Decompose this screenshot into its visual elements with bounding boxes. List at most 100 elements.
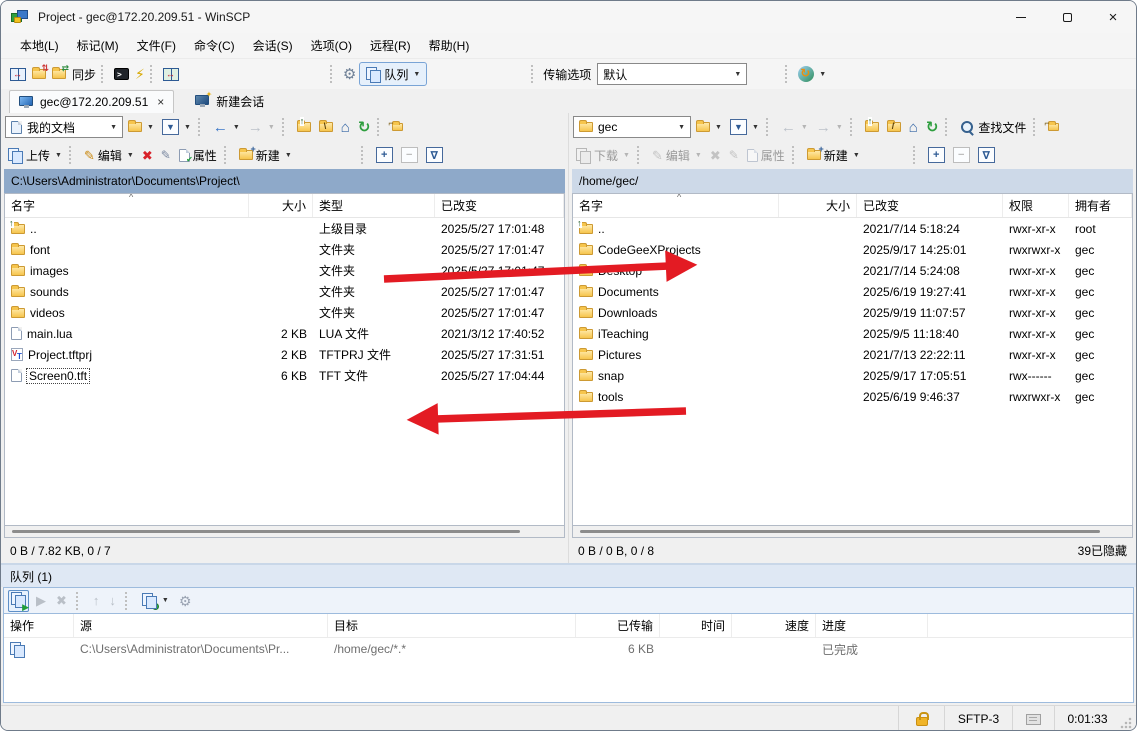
local-open-dir-button[interactable]: ▼ (125, 115, 157, 139)
file-row[interactable]: Downloads2025/9/19 11:07:57rwxr-xr-xgec (573, 302, 1132, 323)
selection-filter-button[interactable]: ∇ (423, 143, 446, 167)
queue-process-toggle-button[interactable]: ▶ (8, 590, 29, 612)
column-header[interactable]: 大小 (779, 194, 857, 217)
remote-refresh-button[interactable]: ↻ (923, 115, 942, 139)
session-upload-mode-button[interactable]: ⇅ (29, 62, 49, 86)
menu-item[interactable]: 会话(S) (244, 33, 302, 58)
queue-delete-button[interactable]: ✖ (53, 589, 70, 613)
queue-move-down-button[interactable]: ↓ (106, 589, 119, 613)
menu-item[interactable]: 帮助(H) (420, 33, 479, 58)
file-row[interactable]: Screen0.tft6 KBTFT 文件2025/5/27 17:04:44 (5, 365, 564, 386)
file-row[interactable]: snap2025/9/17 17:05:51rwx------gec (573, 365, 1132, 386)
local-hscrollbar[interactable] (4, 525, 565, 538)
menu-item[interactable]: 远程(R) (361, 33, 420, 58)
synchronize-button[interactable]: 同步 (69, 62, 99, 86)
properties-button[interactable]: ✔属性 (176, 143, 220, 167)
local-filter-button[interactable]: ▼▼ (159, 115, 194, 139)
local-refresh-button[interactable]: ↻ (355, 115, 374, 139)
remote-rename-button[interactable]: ✎ (726, 143, 742, 167)
file-row[interactable]: sounds文件夹2025/5/27 17:01:47 (5, 281, 564, 302)
column-header[interactable]: 名字 (5, 194, 249, 217)
minimize-button[interactable] (998, 1, 1044, 33)
queue-toggle-button[interactable]: 队列 ▼ (359, 62, 427, 86)
new-button[interactable]: +新建▼ (236, 143, 295, 167)
tab-close-icon[interactable]: × (157, 95, 164, 109)
column-header[interactable]: 时间 (660, 614, 732, 637)
file-row[interactable]: images文件夹2025/5/27 17:01:47 (5, 260, 564, 281)
select-files-button[interactable]: + (373, 143, 396, 167)
run-command-button[interactable]: ⚡ (132, 62, 148, 86)
remote-root-dir-button[interactable]: / (884, 115, 904, 139)
column-header[interactable]: 权限 (1003, 194, 1069, 217)
column-header[interactable]: 类型 (313, 194, 435, 217)
queue-move-up-button[interactable]: ↑ (90, 589, 103, 613)
column-header[interactable]: 名字 (573, 194, 779, 217)
remote-follow-symlinks-button[interactable]: ⌐ (1045, 115, 1062, 139)
remote-properties-button[interactable]: 属性 (744, 143, 788, 167)
column-header[interactable]: 目标 (328, 614, 576, 637)
file-row[interactable]: font文件夹2025/5/27 17:01:47 (5, 239, 564, 260)
file-row[interactable]: Pictures2021/7/13 22:22:11rwxr-xr-xgec (573, 344, 1132, 365)
local-parent-dir-button[interactable]: ↑ (294, 115, 314, 139)
file-row[interactable]: tools2025/6/19 9:46:37rwxrwxr-xgec (573, 386, 1132, 407)
delete-button[interactable]: ✖ (139, 143, 156, 167)
session-download-mode-button[interactable]: ⇄ (49, 62, 69, 86)
queue-resume-button[interactable]: ▶ (33, 589, 49, 613)
file-row[interactable]: Desktop2021/7/14 5:24:08rwxr-xr-xgec (573, 260, 1132, 281)
local-follow-symlinks-button[interactable]: ⌐ (389, 115, 406, 139)
queue-preferences-button[interactable]: ⚙ (176, 589, 195, 613)
remote-forward-button[interactable]: →▼ (813, 115, 846, 139)
column-header[interactable]: 已改变 (435, 194, 564, 217)
preferences-button[interactable]: ⚙ (340, 62, 359, 86)
remote-edit-button[interactable]: ✎编辑▼ (649, 143, 705, 167)
find-files-button[interactable]: 查找文件 (957, 115, 1029, 139)
remote-parent-dir-button[interactable]: ↑ (862, 115, 882, 139)
queue-cycle-button[interactable]: ▼ (139, 589, 172, 613)
column-header[interactable]: 已传输 (576, 614, 660, 637)
file-row[interactable]: Project.tftprj2 KBTFTPRJ 文件2025/5/27 17:… (5, 344, 564, 365)
menu-item[interactable]: 标记(M) (68, 33, 128, 58)
refresh-session-button[interactable] (160, 62, 182, 86)
maximize-button[interactable] (1044, 1, 1090, 33)
column-header[interactable]: 大小 (249, 194, 313, 217)
remote-selection-filter-button[interactable]: ∇ (975, 143, 998, 167)
session-tab[interactable]: gec@172.20.209.51 × (9, 90, 174, 113)
remote-new-button[interactable]: +新建▼ (804, 143, 863, 167)
local-forward-button[interactable]: →▼ (245, 115, 278, 139)
scroll-thumb[interactable] (580, 530, 1100, 533)
column-header[interactable]: 操作 (4, 614, 74, 637)
transfer-settings-combo[interactable]: 默认 ▼ (597, 63, 747, 85)
file-row[interactable]: ↑..2021/7/14 5:18:24rwxr-xr-xroot (573, 218, 1132, 239)
queue-row[interactable]: C:\Users\Administrator\Documents\Pr.../h… (4, 638, 1133, 660)
menu-item[interactable]: 文件(F) (128, 33, 185, 58)
resize-grip[interactable] (1120, 717, 1132, 729)
local-path-bar[interactable]: C:\Users\Administrator\Documents\Project… (4, 169, 565, 193)
local-home-dir-button[interactable]: ⌂ (338, 115, 353, 139)
scroll-thumb[interactable] (12, 530, 520, 533)
synchronize-browsing-button[interactable]: ▼ (795, 62, 829, 86)
download-button[interactable]: 下载▼ (573, 143, 633, 167)
column-header[interactable]: 速度 (732, 614, 816, 637)
upload-button[interactable]: 上传▼ (5, 143, 65, 167)
column-header[interactable]: 已改变 (857, 194, 1003, 217)
file-row[interactable]: Documents2025/6/19 19:27:41rwxr-xr-xgec (573, 281, 1132, 302)
column-header[interactable]: 进度 (816, 614, 928, 637)
toggle-panels-button[interactable] (7, 62, 29, 86)
remote-filter-button[interactable]: ▼▼ (727, 115, 762, 139)
file-row[interactable]: main.lua2 KBLUA 文件2021/3/12 17:40:52 (5, 323, 564, 344)
edit-button[interactable]: ✎编辑▼ (81, 143, 137, 167)
column-header[interactable] (928, 614, 1133, 637)
file-row[interactable]: CodeGeeXProjects2025/9/17 14:25:01rwxrwx… (573, 239, 1132, 260)
remote-back-button[interactable]: ←▼ (778, 115, 811, 139)
new-session-tab[interactable]: 新建会话 (186, 90, 273, 113)
file-row[interactable]: iTeaching2025/9/5 11:18:40rwxr-xr-xgec (573, 323, 1132, 344)
remote-open-dir-button[interactable]: ▼ (693, 115, 725, 139)
remote-dir-combo[interactable]: gec ▼ (573, 116, 691, 138)
file-row[interactable]: ↑..上级目录2025/5/27 17:01:48 (5, 218, 564, 239)
column-header[interactable]: 源 (74, 614, 328, 637)
remote-delete-button[interactable]: ✖ (707, 143, 724, 167)
menu-item[interactable]: 命令(C) (185, 33, 244, 58)
local-drive-combo[interactable]: 我的文档 ▼ (5, 116, 123, 138)
local-back-button[interactable]: ←▼ (210, 115, 243, 139)
remote-hscrollbar[interactable] (572, 525, 1133, 538)
